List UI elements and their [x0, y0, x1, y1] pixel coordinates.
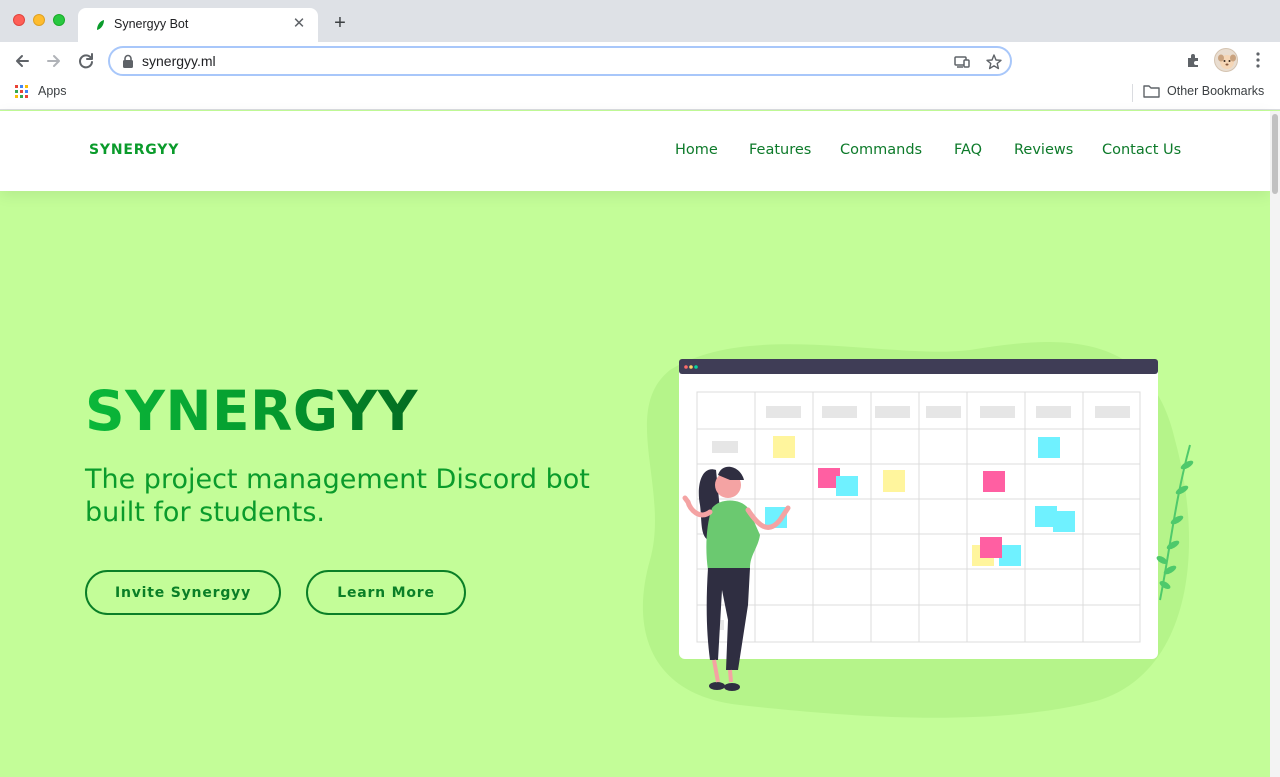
scrollbar-thumb[interactable] — [1272, 114, 1278, 194]
close-window-button[interactable] — [13, 14, 25, 26]
extensions-icon[interactable] — [1184, 50, 1204, 70]
nav-contact-us[interactable]: Contact Us — [1102, 142, 1181, 158]
hero-subtitle: The project management Discord bot built… — [85, 464, 590, 528]
browser-tab[interactable]: Synergyy Bot ✕ — [78, 8, 318, 42]
nav-home[interactable]: Home — [675, 142, 718, 158]
close-tab-icon[interactable]: ✕ — [290, 15, 308, 33]
address-bar[interactable]: synergyy.ml — [108, 46, 1012, 76]
nav-commands[interactable]: Commands — [840, 142, 922, 158]
site-header: SYNERGYY Home Features Commands FAQ Revi… — [0, 111, 1270, 191]
forward-arrow-icon[interactable] — [43, 50, 65, 72]
reload-icon[interactable] — [75, 50, 97, 72]
url-text: synergyy.ml — [142, 53, 216, 69]
avatar-face-icon — [1218, 54, 1236, 69]
nav-reviews[interactable]: Reviews — [1014, 142, 1073, 158]
folder-icon — [1143, 85, 1160, 98]
hero-illustration — [642, 342, 1194, 718]
back-arrow-icon[interactable] — [11, 50, 33, 72]
menu-dots-icon[interactable] — [1248, 50, 1268, 70]
hero-title: SYNERGYY — [85, 379, 418, 443]
bookmark-separator — [1132, 84, 1133, 102]
tab-title: Synergyy Bot — [114, 17, 189, 31]
star-icon[interactable] — [985, 53, 1003, 71]
site-logo[interactable]: SYNERGYY — [89, 142, 179, 158]
profile-avatar[interactable] — [1214, 48, 1238, 72]
browser-titlebar: Synergyy Bot ✕ + — [0, 0, 1280, 42]
minimize-window-button[interactable] — [33, 14, 45, 26]
apps-bookmark[interactable]: Apps — [38, 84, 67, 98]
browser-toolbar: synergyy.ml — [0, 42, 1280, 78]
page-scrollbar[interactable] — [1270, 111, 1280, 777]
learn-more-button[interactable]: Learn More — [306, 570, 466, 615]
maximize-window-button[interactable] — [53, 14, 65, 26]
lock-icon — [123, 54, 133, 68]
nav-features[interactable]: Features — [749, 142, 811, 158]
nav-faq[interactable]: FAQ — [954, 142, 982, 158]
apps-grid-icon[interactable] — [15, 85, 28, 98]
bookmarks-bar: Apps Other Bookmarks — [0, 78, 1280, 110]
invite-button[interactable]: Invite Synergyy — [85, 570, 281, 615]
new-tab-button[interactable]: + — [330, 13, 350, 33]
cast-icon[interactable] — [953, 53, 971, 71]
calendar-board — [679, 359, 1158, 659]
other-bookmarks[interactable]: Other Bookmarks — [1167, 84, 1264, 98]
leaf-favicon-icon — [97, 20, 104, 30]
